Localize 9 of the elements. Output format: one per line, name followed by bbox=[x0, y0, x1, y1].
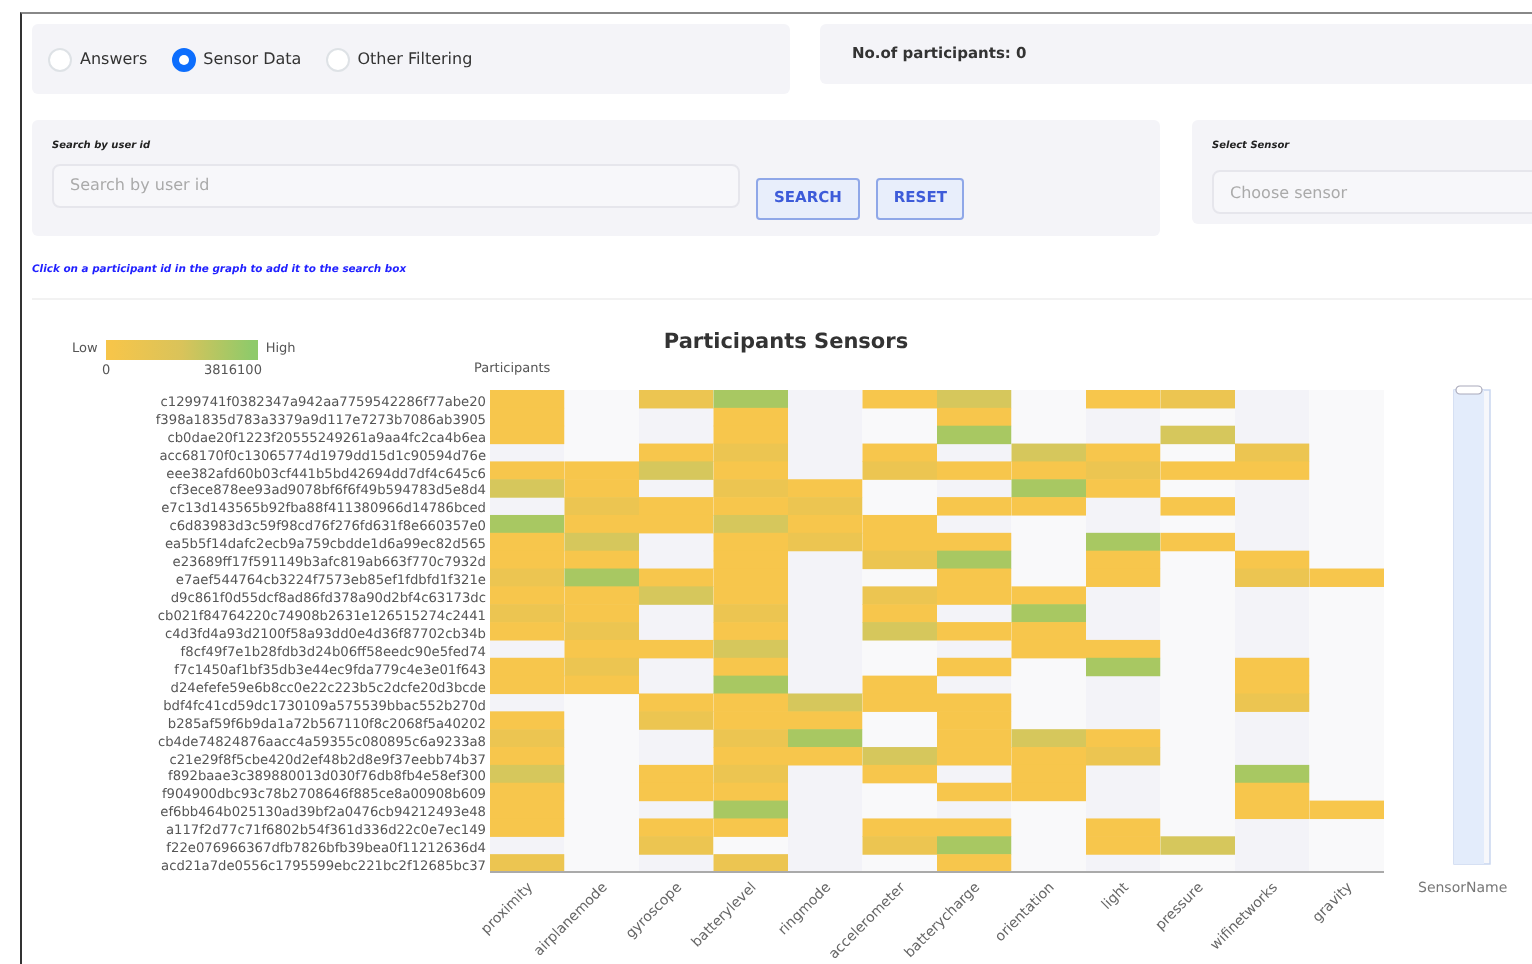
radio-label[interactable]: Answers bbox=[80, 47, 148, 71]
radio-button[interactable] bbox=[171, 47, 196, 71]
radio-label[interactable]: Other Filtering bbox=[357, 47, 473, 71]
chart-title: Participants Sensors bbox=[661, 327, 911, 358]
search-field[interactable]: Search by user id bbox=[52, 163, 740, 207]
heatmap-drawing[interactable] bbox=[490, 389, 1384, 873]
sensor-select[interactable]: Choose sensor bbox=[1212, 170, 1532, 214]
range-slider[interactable] bbox=[1453, 385, 1491, 865]
radio-label[interactable]: Sensor Data bbox=[203, 47, 302, 71]
